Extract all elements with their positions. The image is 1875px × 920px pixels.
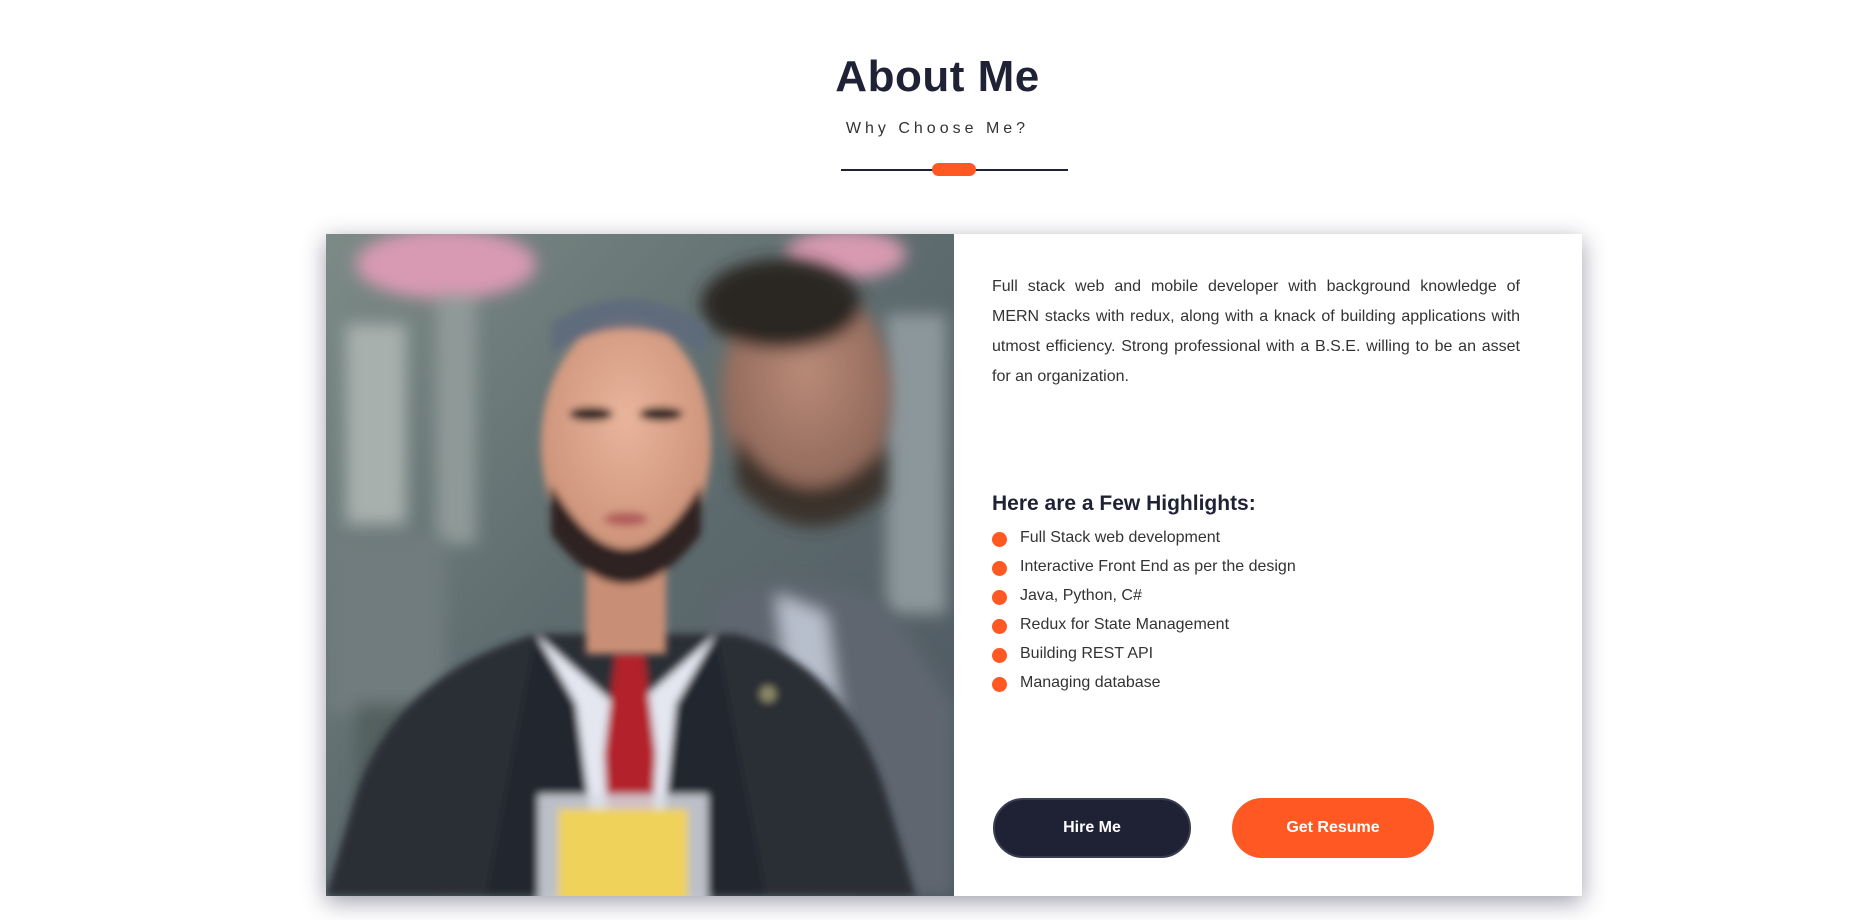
hire-me-button[interactable]: Hire Me [993,798,1191,858]
bullet-dot-icon [992,619,1007,634]
highlight-item: Managing database [992,673,1520,702]
highlight-item: Full Stack web development [992,528,1520,557]
about-card: Full stack web and mobile developer with… [326,234,1582,896]
highlight-label: Building REST API [1020,645,1154,662]
highlight-label: Full Stack web development [1020,529,1221,546]
get-resume-button[interactable]: Get Resume [1232,798,1434,858]
about-section: About Me Why Choose Me? Full stack web a… [0,0,1875,920]
bullet-dot-icon [992,590,1007,605]
highlight-label: Managing database [1020,674,1161,691]
about-details: Full stack web and mobile developer with… [954,234,1582,896]
separator-pill [932,163,976,176]
highlights-title: Here are a Few Highlights: [992,492,1256,515]
bullet-dot-icon [992,561,1007,576]
bio-text: Full stack web and mobile developer with… [992,278,1520,385]
section-subtitle: Why Choose Me? [845,120,1030,137]
highlight-item: Redux for State Management [992,615,1520,644]
bullet-dot-icon [992,648,1007,663]
highlight-item: Interactive Front End as per the design [992,557,1520,586]
profile-photo [326,234,954,896]
bullet-dot-icon [992,677,1007,692]
highlight-label: Interactive Front End as per the design [1020,558,1296,575]
highlight-item: Java, Python, C# [992,586,1520,615]
highlight-label: Redux for State Management [1020,616,1230,633]
highlights-list: Full Stack web development Interactive F… [992,528,1520,702]
highlight-item: Building REST API [992,644,1520,673]
title-separator [841,163,1068,177]
bullet-dot-icon [992,532,1007,547]
section-title: About Me [835,52,1040,101]
highlight-label: Java, Python, C# [1020,587,1142,604]
